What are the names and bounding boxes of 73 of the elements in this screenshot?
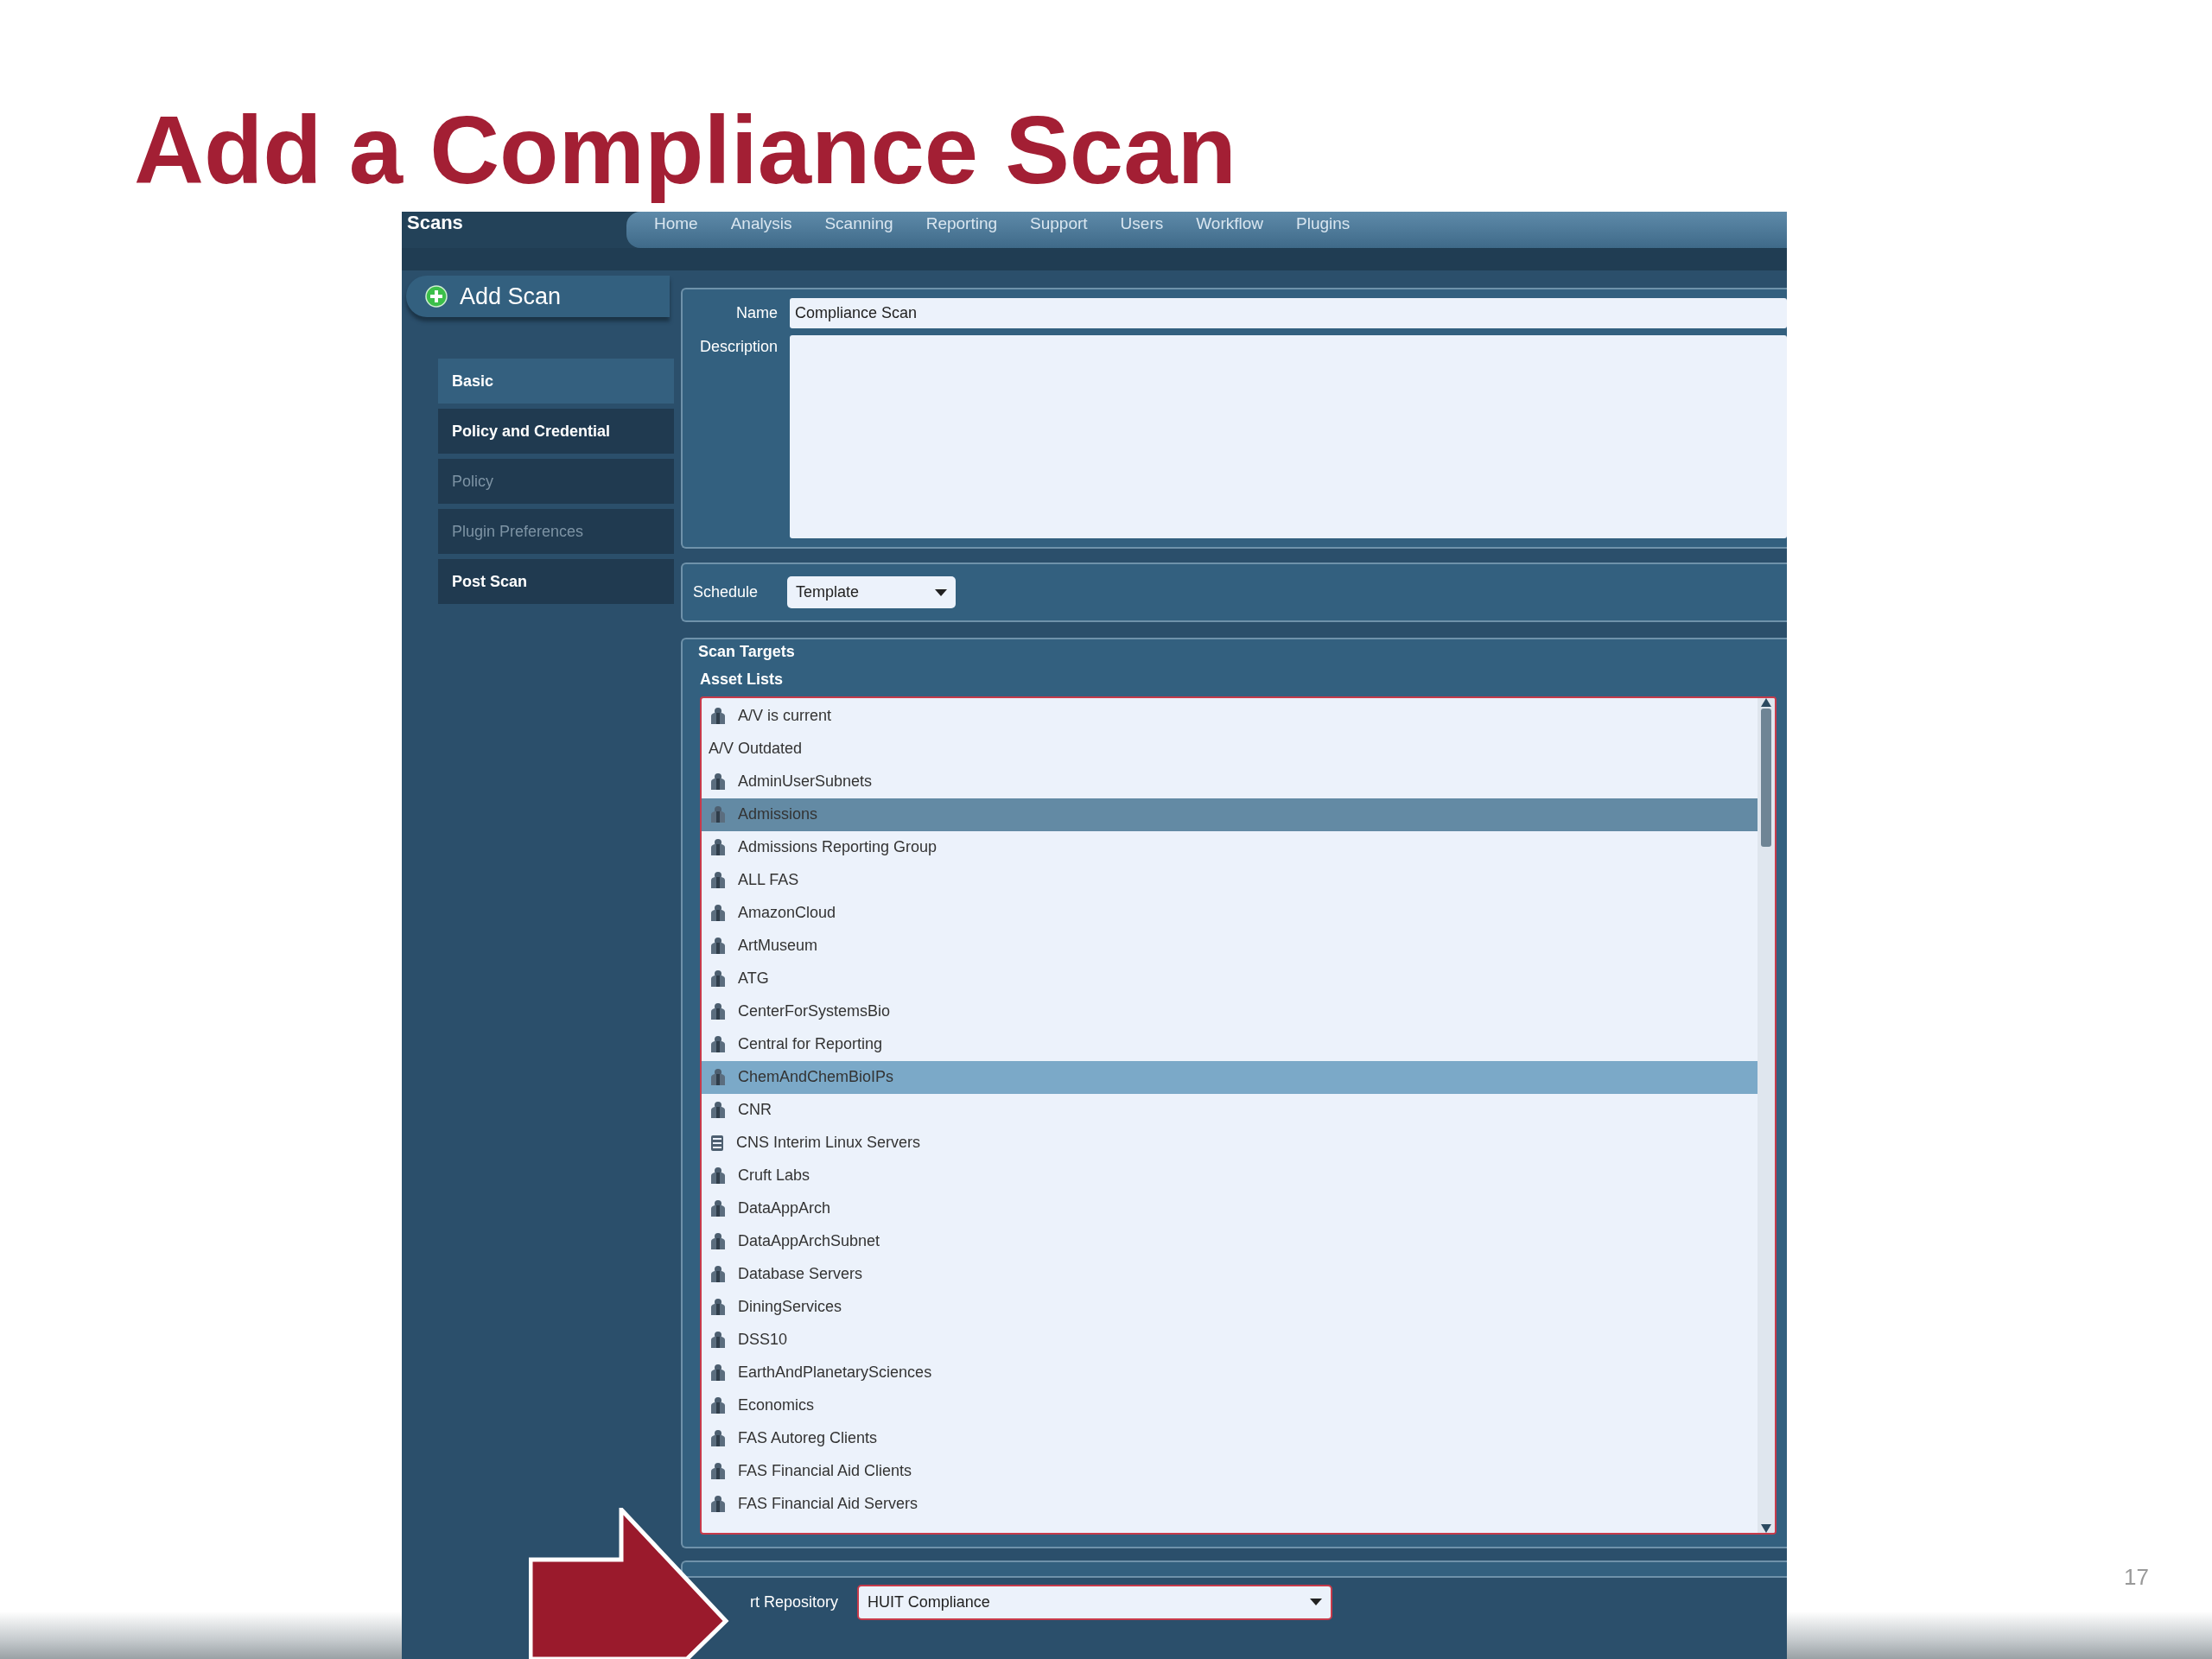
slide-title: Add a Compliance Scan bbox=[134, 97, 1236, 204]
name-field[interactable]: Compliance Scan bbox=[790, 298, 1787, 328]
list-item[interactable]: Economics bbox=[702, 1389, 1758, 1422]
step-tab[interactable]: Post Scan bbox=[438, 559, 674, 604]
group-icon bbox=[709, 1298, 728, 1316]
caret-icon bbox=[1310, 1599, 1323, 1605]
list-item[interactable]: ArtMuseum bbox=[702, 929, 1758, 963]
group-icon bbox=[709, 1068, 728, 1086]
list-item[interactable]: FAS Financial Aid Servers bbox=[702, 1487, 1758, 1521]
dropdown-value: HUIT Compliance bbox=[868, 1592, 990, 1612]
list-item[interactable]: A/V Outdated bbox=[702, 732, 1758, 766]
list-item[interactable]: DSS10 bbox=[702, 1323, 1758, 1357]
field-label: rt Repository bbox=[750, 1592, 839, 1612]
group-icon bbox=[709, 805, 728, 823]
list-item[interactable]: ALL FAS bbox=[702, 863, 1758, 897]
group-icon bbox=[709, 1101, 728, 1119]
group-icon bbox=[709, 969, 728, 988]
group-icon bbox=[709, 1363, 728, 1382]
list-item[interactable]: FAS Financial Aid Clients bbox=[702, 1454, 1758, 1488]
field-label: Name bbox=[735, 303, 778, 323]
group-icon bbox=[709, 772, 728, 791]
group-icon bbox=[709, 1429, 728, 1447]
list-item[interactable]: Database Servers bbox=[702, 1257, 1758, 1291]
group-icon bbox=[709, 707, 728, 725]
group-icon bbox=[709, 1035, 728, 1053]
list-item[interactable]: DataAppArchSubnet bbox=[702, 1224, 1758, 1258]
list-item[interactable]: Central for Reporting bbox=[702, 1027, 1758, 1061]
group-icon bbox=[709, 904, 728, 922]
list-item[interactable]: ATG bbox=[702, 962, 1758, 995]
group-icon bbox=[709, 1462, 728, 1480]
section-title: Scans bbox=[406, 212, 464, 235]
list-item[interactable]: AmazonCloud bbox=[702, 896, 1758, 930]
server-icon bbox=[709, 1134, 726, 1152]
group-icon bbox=[709, 1002, 728, 1020]
group-icon bbox=[709, 1396, 728, 1414]
group-icon bbox=[709, 1199, 728, 1217]
list-item[interactable]: DiningServices bbox=[702, 1290, 1758, 1324]
list-item[interactable]: CenterForSystemsBio bbox=[702, 995, 1758, 1028]
list-item[interactable]: Admissions Reporting Group bbox=[702, 830, 1758, 864]
description-field[interactable] bbox=[790, 335, 1787, 538]
field-label: Schedule bbox=[693, 582, 759, 602]
group-icon bbox=[709, 1166, 728, 1185]
list-item[interactable]: EarthAndPlanetarySciences bbox=[702, 1356, 1758, 1389]
scrollbar[interactable] bbox=[1758, 697, 1775, 1533]
list-item[interactable]: Cruft Labs bbox=[702, 1159, 1758, 1192]
caret-icon bbox=[935, 588, 948, 596]
list-item[interactable]: FAS Autoreg Clients bbox=[702, 1421, 1758, 1455]
list-item[interactable]: DataAppArch bbox=[702, 1192, 1758, 1225]
group-icon bbox=[709, 838, 728, 856]
list-item[interactable]: AdminUserSubnets bbox=[702, 765, 1758, 798]
group-icon bbox=[709, 1331, 728, 1349]
plus-icon bbox=[425, 285, 448, 308]
scroll-thumb[interactable] bbox=[1761, 708, 1771, 847]
schedule-dropdown[interactable]: Template bbox=[787, 576, 957, 608]
group-icon bbox=[709, 1232, 728, 1250]
step-tab[interactable]: Policy and Credential bbox=[438, 409, 674, 454]
list-item[interactable]: CNR bbox=[702, 1093, 1758, 1127]
group-icon bbox=[709, 871, 728, 889]
field-label: Description bbox=[698, 337, 778, 357]
list-item[interactable]: A/V is current bbox=[702, 699, 1758, 733]
dropdown-value: Template bbox=[796, 582, 860, 602]
field-label: Asset Lists bbox=[700, 669, 785, 690]
scroll-down-icon bbox=[1761, 1523, 1771, 1533]
group-icon bbox=[709, 937, 728, 955]
add-scan-button[interactable]: Add Scan bbox=[406, 276, 670, 317]
step-tab[interactable]: Basic bbox=[438, 359, 674, 404]
page-number: 17 bbox=[2124, 1563, 2149, 1592]
group-icon bbox=[709, 1495, 728, 1513]
list-item[interactable]: Admissions bbox=[702, 798, 1758, 831]
list-item[interactable]: CNS Interim Linux Servers bbox=[702, 1126, 1758, 1160]
list-item[interactable]: ChemAndChemBioIPs bbox=[702, 1060, 1758, 1094]
group-icon bbox=[709, 1265, 728, 1283]
repository-dropdown[interactable]: HUIT Compliance bbox=[857, 1584, 1333, 1620]
